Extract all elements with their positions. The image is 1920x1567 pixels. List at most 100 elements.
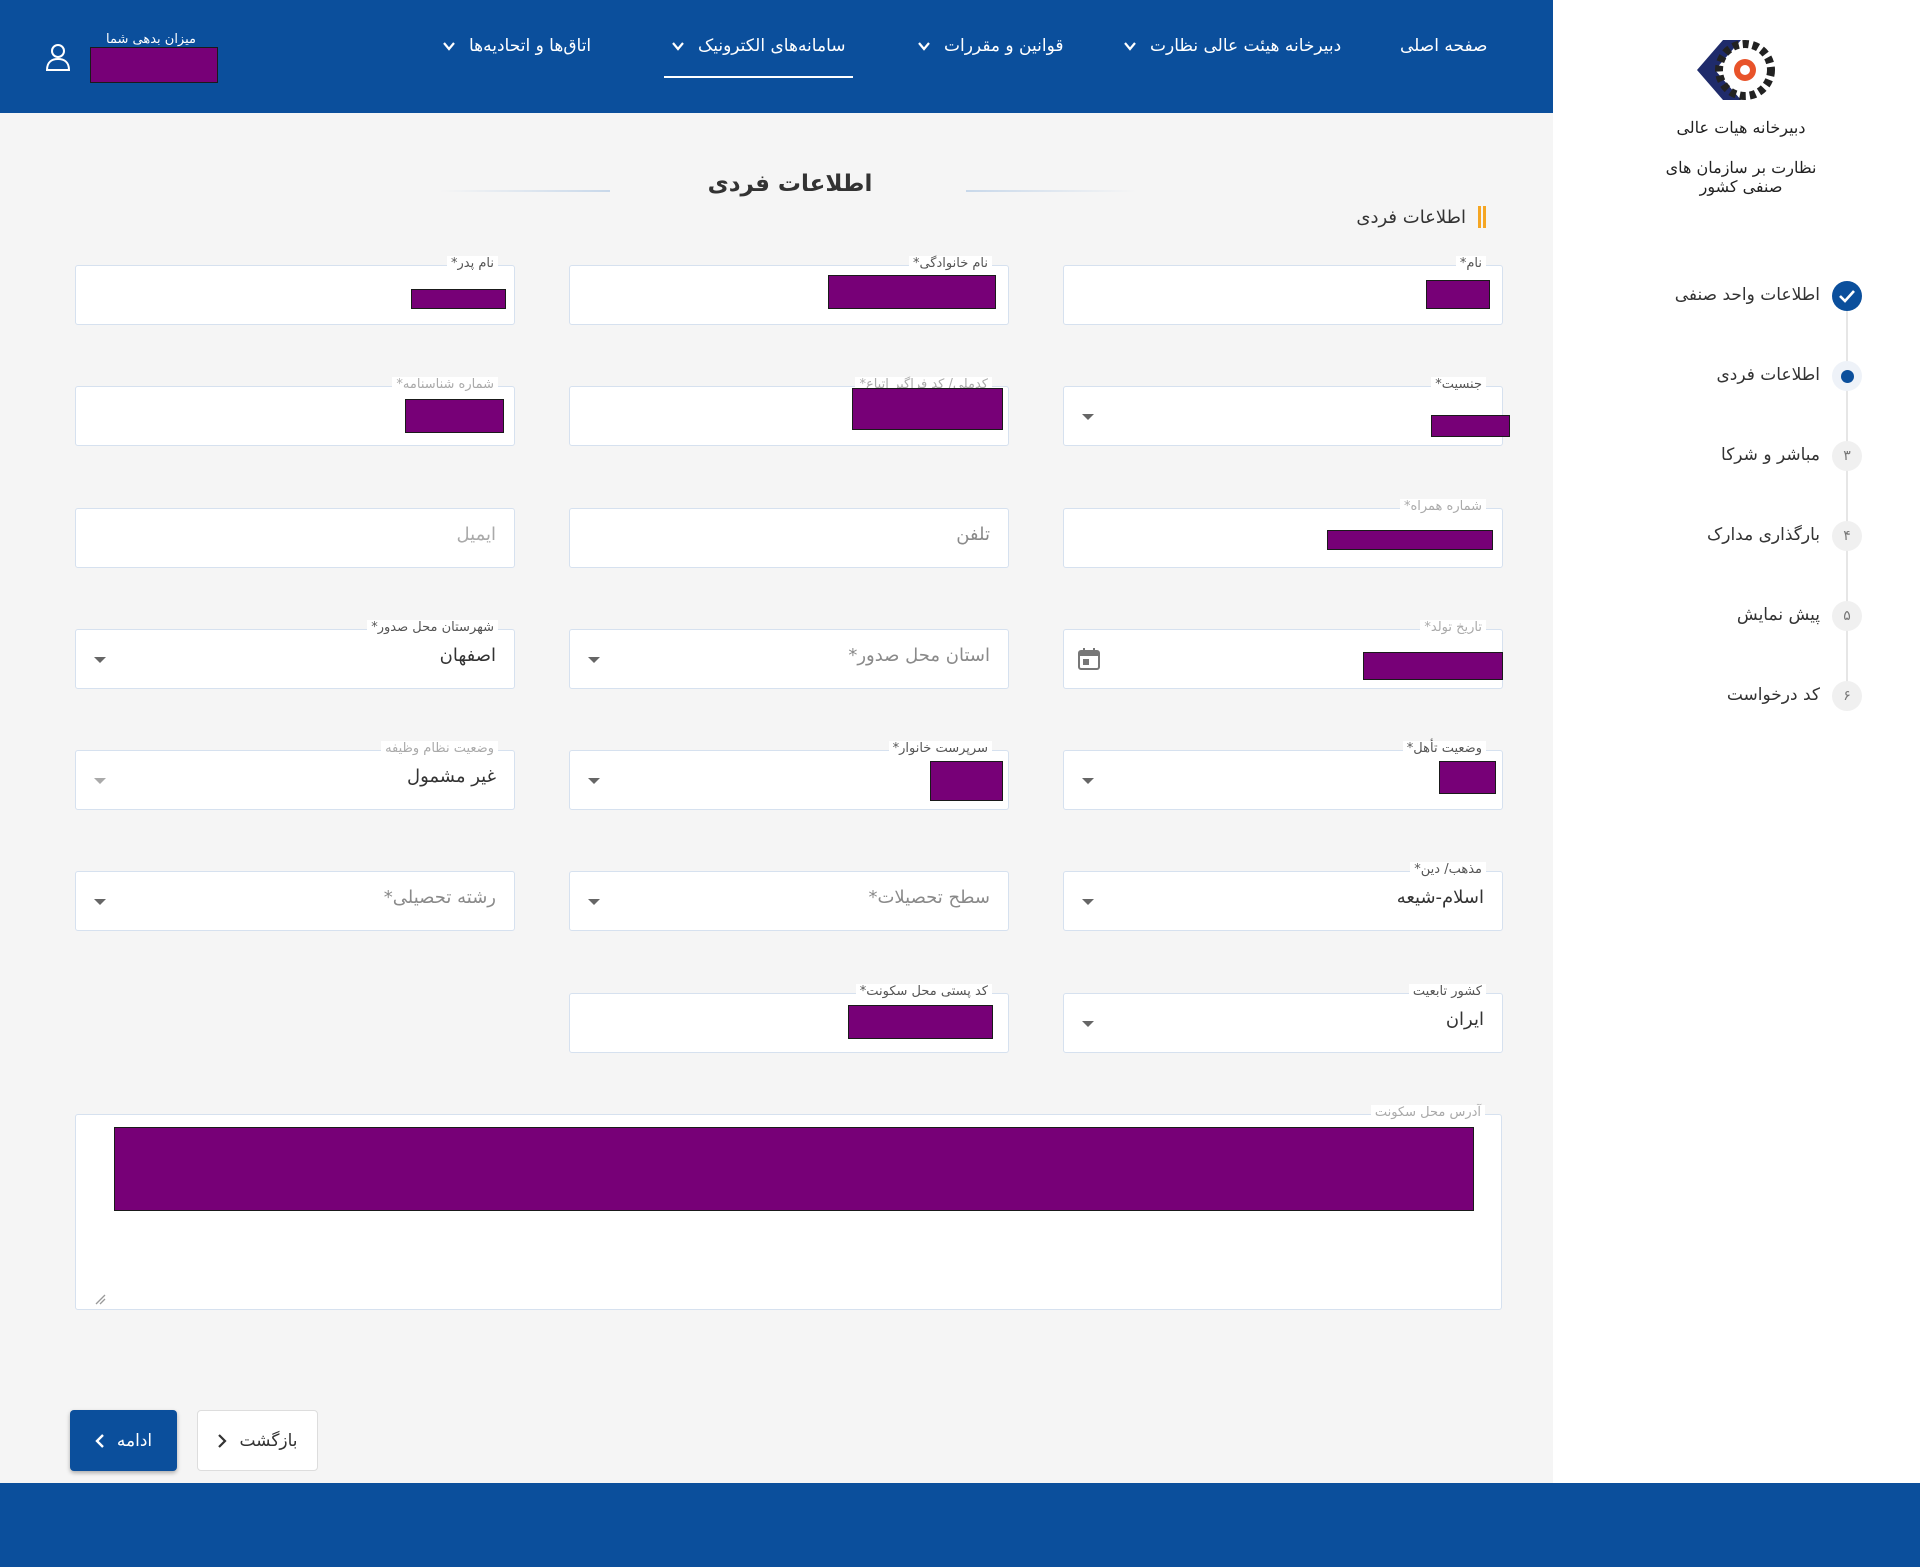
issue-city-select[interactable]: شهرستان محل صدور* اصفهان <box>75 620 515 689</box>
step-current-circle <box>1832 361 1862 391</box>
redacted-value <box>405 399 504 433</box>
father-name-label: نام پدر* <box>447 256 498 272</box>
first-name-field[interactable]: نام* <box>1063 256 1503 325</box>
email-field[interactable]: ایمیل <box>75 508 515 568</box>
title-divider-right <box>966 190 1136 192</box>
nav-home-label: صفحه اصلی <box>1400 36 1488 56</box>
check-icon <box>1839 290 1855 303</box>
step-preview[interactable]: پیش نمایش ۵ <box>1560 597 1862 637</box>
resize-handle-icon[interactable] <box>94 1293 106 1305</box>
step-upload-documents[interactable]: بارگذاری مدارک ۴ <box>1560 517 1862 557</box>
address-textarea[interactable]: آدرس محل سکونت <box>75 1105 1502 1310</box>
redacted-value <box>1431 415 1510 437</box>
military-status-value: غیر مشمول <box>407 766 496 787</box>
continue-button[interactable]: ادامه <box>70 1410 177 1471</box>
head-of-household-label: سرپرست خانوار* <box>888 741 992 757</box>
redacted-value <box>828 275 996 309</box>
step-done-circle <box>1832 281 1862 311</box>
logo-text-line2: نظارت بر سازمان های صنفی کشور <box>1665 158 1817 196</box>
nav-supervisory-board[interactable]: دبیرخانه هیئت عالی نظارت <box>1124 36 1341 56</box>
chevron-left-icon <box>95 1433 104 1448</box>
step-label: کد درخواست <box>1726 685 1820 705</box>
gender-select[interactable]: جنسیت* <box>1063 377 1510 446</box>
redacted-value <box>1426 280 1490 309</box>
phone-field[interactable]: تلفن <box>569 508 1009 568</box>
email-placeholder: ایمیل <box>456 524 496 545</box>
nav-chambers-unions[interactable]: اتاق‌ها و اتحادیه‌ها <box>443 36 591 56</box>
nav-electronic-systems[interactable]: سامانه‌های الکترونیک <box>672 36 846 56</box>
education-level-select[interactable]: سطح تحصیلات* <box>569 871 1009 931</box>
step-personal-info[interactable]: اطلاعات فردی <box>1560 357 1862 397</box>
mobile-field[interactable]: شماره همراه* <box>1063 499 1503 568</box>
step-business-unit-info[interactable]: اطلاعات واحد صنفی <box>1560 277 1862 317</box>
dropdown-caret-icon <box>94 778 106 784</box>
dropdown-caret-icon <box>588 657 600 663</box>
issue-city-value: اصفهان <box>439 645 496 666</box>
dropdown-caret-icon <box>588 778 600 784</box>
nav-supervisory-board-label: دبیرخانه هیئت عالی نظارت <box>1150 36 1342 56</box>
continue-button-label: ادامه <box>116 1430 153 1451</box>
military-status-select[interactable]: وضعیت نظام وظیفه غیر مشمول <box>75 741 515 810</box>
step-label: مباشر و شرکا <box>1721 445 1820 465</box>
debt-label: میزان بدهی شما <box>106 32 196 47</box>
step-label: پیش نمایش <box>1736 605 1820 625</box>
id-number-field[interactable]: شماره شناسنامه* <box>75 377 515 446</box>
field-of-study-placeholder: رشته تحصیلی* <box>383 887 496 908</box>
page-footer <box>0 1483 1920 1567</box>
redacted-debt-amount <box>90 47 218 83</box>
issue-city-label: شهرستان محل صدور* <box>367 620 498 636</box>
dropdown-caret-icon <box>1082 1021 1094 1027</box>
redacted-value <box>848 1005 993 1039</box>
postal-code-label: کد پستی محل سکونت* <box>855 984 992 1000</box>
nav-home[interactable]: صفحه اصلی <box>1400 36 1487 56</box>
title-divider-left <box>440 190 610 192</box>
chevron-down-icon <box>918 42 930 51</box>
nationality-value: ایران <box>1445 1009 1484 1030</box>
marital-status-select[interactable]: وضعیت تأهل* <box>1063 741 1503 810</box>
nationality-select[interactable]: کشور تابعیت ایران <box>1063 984 1503 1053</box>
religion-select[interactable]: مذهب/ دین* اسلام-شیعه <box>1063 862 1503 931</box>
chevron-right-icon <box>218 1433 228 1448</box>
birth-date-field[interactable]: تاریخ تولد* <box>1063 620 1503 689</box>
step-number-circle: ۵ <box>1832 601 1862 631</box>
military-status-label: وضعیت نظام وظیفه <box>381 741 498 757</box>
user-account-icon[interactable] <box>44 42 72 72</box>
dropdown-caret-icon <box>588 899 600 905</box>
issue-province-select[interactable]: استان محل صدور* <box>569 629 1009 689</box>
page-title: اطلاعات فردی <box>707 171 873 197</box>
father-name-field[interactable]: نام پدر* <box>75 256 515 325</box>
last-name-field[interactable]: نام خانوادگی* <box>569 256 1009 325</box>
step-request-code[interactable]: کد درخواست ۶ <box>1560 677 1862 717</box>
organization-logo <box>1697 40 1775 100</box>
religion-label: مذهب/ دین* <box>1410 862 1486 878</box>
step-number-circle: ۳ <box>1832 441 1862 471</box>
step-number-circle: ۴ <box>1832 521 1862 551</box>
nav-active-indicator <box>664 76 853 78</box>
chevron-down-icon <box>1124 42 1136 51</box>
top-navbar <box>0 0 1553 113</box>
redacted-value <box>852 388 1003 430</box>
issue-province-placeholder: استان محل صدور* <box>848 645 990 666</box>
logo-text-line1: دبیرخانه هیات عالی <box>1676 118 1806 137</box>
postal-code-field[interactable]: کد پستی محل سکونت* <box>569 984 1009 1053</box>
step-number-circle: ۶ <box>1832 681 1862 711</box>
id-number-label: شماره شناسنامه* <box>392 377 498 393</box>
education-level-placeholder: سطح تحصیلات* <box>868 887 990 908</box>
dropdown-caret-icon <box>94 657 106 663</box>
field-of-study-select[interactable]: رشته تحصیلی* <box>75 871 515 931</box>
step-agent-partners[interactable]: مباشر و شرکا ۳ <box>1560 437 1862 477</box>
national-code-field[interactable]: کدملی/ کد فراگیر اتباع* <box>569 377 1009 446</box>
dropdown-caret-icon <box>1082 414 1094 420</box>
redacted-value <box>114 1127 1474 1211</box>
redacted-value <box>930 761 1003 801</box>
phone-placeholder: تلفن <box>956 524 990 545</box>
redacted-value <box>1439 761 1496 794</box>
nav-laws-regulations[interactable]: قوانین و مقررات <box>918 36 1063 56</box>
birth-date-label: تاریخ تولد* <box>1420 620 1486 636</box>
calendar-icon[interactable] <box>1076 646 1102 672</box>
steps-sidebar <box>1553 0 1920 1483</box>
back-button-label: بازگشت <box>239 1430 298 1451</box>
back-button[interactable]: بازگشت <box>197 1410 318 1471</box>
nationality-label: کشور تابعیت <box>1408 984 1486 1000</box>
head-of-household-select[interactable]: سرپرست خانوار* <box>569 741 1009 810</box>
